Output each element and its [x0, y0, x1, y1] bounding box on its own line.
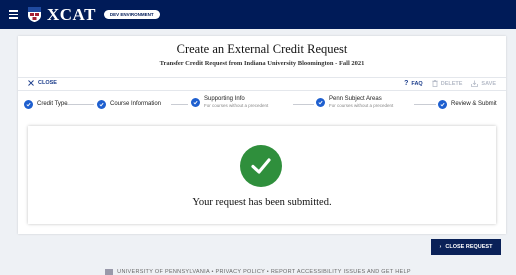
- save-button[interactable]: SAVE: [471, 80, 496, 87]
- delete-label: DELETE: [440, 80, 463, 87]
- step-label: Supporting Info: [204, 96, 245, 102]
- penn-shield-logo: [105, 269, 114, 275]
- close-icon: [28, 80, 34, 86]
- step-supporting-info[interactable]: Supporting Info For courses without a pr…: [191, 96, 268, 108]
- step-connector: [171, 104, 188, 105]
- faq-label: FAQ: [411, 80, 423, 87]
- step-connector: [414, 104, 436, 105]
- close-label: CLOSE: [38, 80, 57, 86]
- check-icon: [191, 97, 200, 107]
- faq-link[interactable]: ? FAQ: [404, 80, 423, 87]
- check-icon: [24, 99, 33, 109]
- step-connector: [66, 104, 94, 105]
- close-request-label: CLOSE REQUEST: [445, 244, 493, 250]
- help-icon: ?: [404, 80, 409, 87]
- check-icon: [438, 99, 447, 109]
- step-connector: [293, 104, 314, 105]
- page-subtitle: Transfer Credit Request from Indiana Uni…: [159, 60, 365, 67]
- chevron-right-icon: ›: [439, 244, 442, 250]
- step-penn-subject-areas[interactable]: Penn Subject Areas For courses without a…: [316, 96, 393, 108]
- action-bar: CLOSE ? FAQ DELETE SAVE: [18, 77, 506, 91]
- trash-icon: [432, 80, 438, 87]
- step-label: Penn Subject Areas: [329, 96, 382, 102]
- close-request-button[interactable]: › CLOSE REQUEST: [431, 239, 501, 255]
- step-sublabel: For courses without a precedent: [204, 103, 269, 108]
- app-name[interactable]: XCAT: [47, 5, 96, 25]
- step-label: Course Information: [110, 101, 162, 107]
- confirmation-panel: Your request has been submitted.: [28, 126, 496, 224]
- environment-badge: DEV ENVIRONMENT: [103, 10, 160, 19]
- save-label: SAVE: [481, 80, 496, 87]
- penn-shield-logo: [28, 7, 41, 22]
- top-navbar: XCAT DEV ENVIRONMENT: [0, 0, 516, 29]
- success-check-icon: [240, 145, 282, 187]
- step-course-information[interactable]: Course Information: [97, 99, 162, 109]
- step-label: Review & Submit: [451, 101, 497, 107]
- footer: UNIVERSITY OF PENNSYLVANIA • PRIVACY POL…: [0, 269, 516, 275]
- confirmation-message: Your request has been submitted.: [192, 197, 332, 208]
- step-label: Credit Type: [37, 101, 68, 107]
- step-sublabel: For courses without a precedent: [329, 103, 394, 108]
- menu-icon[interactable]: [9, 10, 18, 19]
- right-actions: ? FAQ DELETE SAVE: [404, 80, 496, 87]
- check-icon: [97, 99, 106, 109]
- progress-stepper: Credit Type Course Information Supportin…: [18, 92, 506, 116]
- request-card: Create an External Credit Request Transf…: [18, 36, 506, 234]
- delete-button[interactable]: DELETE: [432, 80, 463, 87]
- check-icon: [316, 97, 325, 107]
- close-link[interactable]: CLOSE: [28, 80, 57, 86]
- save-icon: [471, 80, 479, 87]
- step-review-submit[interactable]: Review & Submit: [438, 99, 497, 109]
- step-credit-type[interactable]: Credit Type: [24, 99, 68, 109]
- footer-links[interactable]: UNIVERSITY OF PENNSYLVANIA • PRIVACY POL…: [117, 269, 411, 275]
- page-title: Create an External Credit Request: [176, 42, 348, 56]
